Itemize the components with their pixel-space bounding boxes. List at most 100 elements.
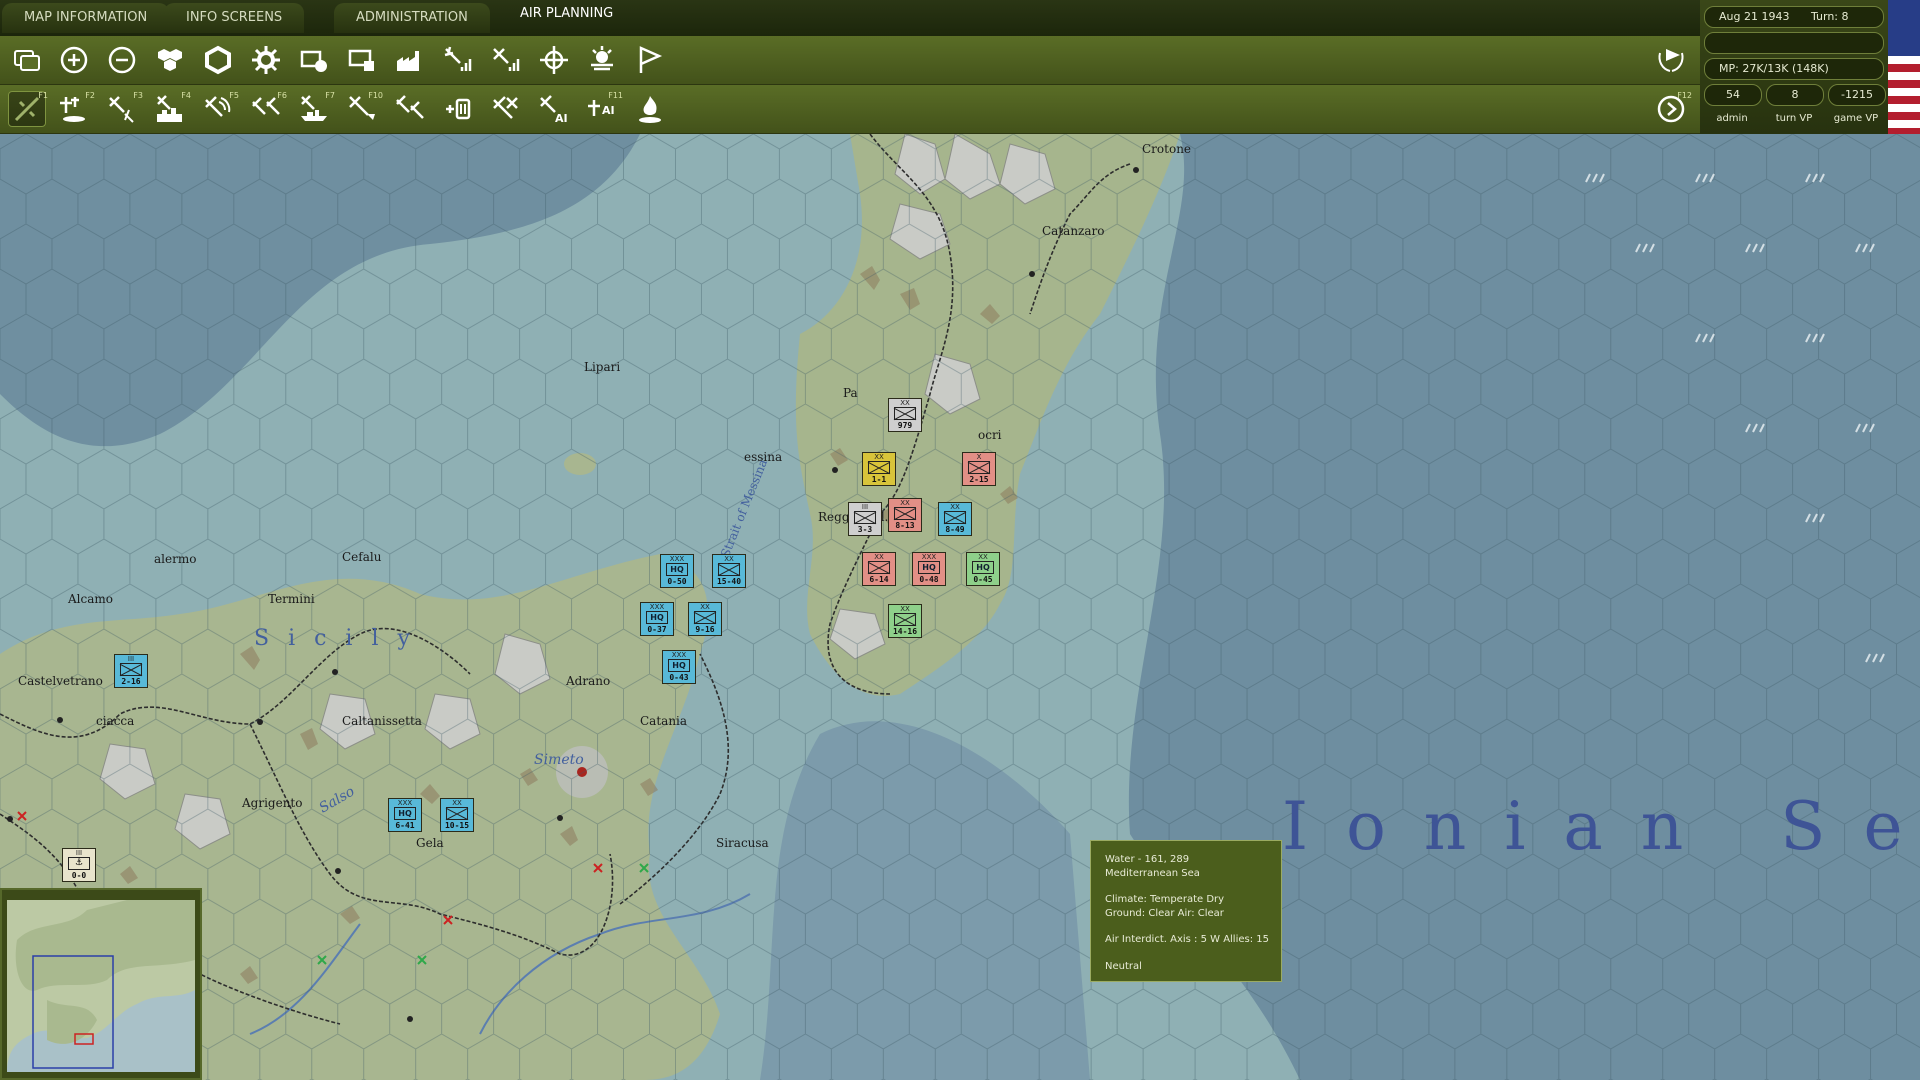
admin-label: admin [1716,113,1748,124]
unit-counter[interactable]: XXX HQ 0-48 [912,552,946,586]
place-label: Adrano [566,674,611,688]
infantry-symbol-icon [718,563,740,576]
weather-icon[interactable] [583,42,621,78]
svg-text:AI: AI [602,104,615,117]
unit-strength: 0-43 [669,673,689,682]
wreath-flag-icon[interactable] [1652,42,1690,78]
unit-counter[interactable]: XX 14-16 [888,604,922,638]
unit-counter[interactable]: XX 15-40 [712,554,746,588]
unit-strength: 2-15 [969,475,989,484]
unit-strength: 2-16 [121,677,141,686]
unit-level: XX [978,553,988,561]
unit-strength: 979 [897,421,913,430]
unit-counter[interactable]: XX 6-14 [862,552,896,586]
minimap[interactable] [0,888,202,1080]
fkey-label: F6 [277,91,287,100]
air-sweep-icon[interactable] [391,91,429,127]
unit-counter[interactable]: X 2-15 [962,452,996,486]
unit-counter[interactable]: III ⚓ 0-0 [62,848,96,882]
hex-map[interactable]: Crotone Catanzaro Lipari Pa essina Reggi… [0,134,1920,1080]
infantry-symbol-icon [944,511,966,524]
unit-level: XX [700,603,710,611]
air-mission-icon[interactable]: F1 [8,91,48,127]
air-signal-icon[interactable] [439,42,477,78]
air-ai-strike-icon[interactable]: AI [535,91,573,127]
unit-counter[interactable]: XX 8-13 [888,498,922,532]
unit-strength: 10-15 [444,821,470,830]
unit-counter[interactable]: XX 8-49 [938,502,972,536]
gear-icon[interactable] [247,42,285,78]
fkey-label: F12 [1677,91,1692,100]
unit-counter[interactable]: XX HQ 0-45 [966,552,1000,586]
hq-symbol-icon: HQ [972,561,994,574]
air-recon-icon[interactable]: F5 [199,91,239,127]
region-label: S i c i l y [254,626,416,651]
tooltip-line: Neutral [1105,960,1142,972]
fkey-label: F7 [325,91,335,100]
place-label: ciacca [96,714,135,728]
unit-level: XXX [397,799,413,807]
unit-counter[interactable]: XX 9-16 [688,602,722,636]
screen-icon[interactable] [343,42,381,78]
unit-counter[interactable]: III 3-3 [848,502,882,536]
unit-level: XX [900,499,910,507]
factory-icon[interactable] [391,42,429,78]
tooltip-line: Air Interdict. Axis : 5 W Allies: 15 [1105,934,1269,945]
unit-level: XX [950,503,960,511]
unit-strength: 15-40 [716,577,742,586]
unit-level: XX [874,553,884,561]
us-flag-icon[interactable] [1888,0,1920,134]
unit-counter[interactable]: XXX HQ 6-41 [388,798,422,832]
minimap-view[interactable] [7,900,195,1072]
date-text: Aug 21 1943 [1719,10,1790,23]
air-bars-icon[interactable] [487,42,525,78]
unit-counter[interactable]: XXX HQ 0-43 [662,650,696,684]
air-strike-icon[interactable]: F3 [103,91,143,127]
airbase-target-icon[interactable] [535,42,573,78]
air-interdict-icon[interactable]: F6 [247,91,287,127]
air-burn-icon[interactable] [631,91,669,127]
unit-counter[interactable]: XX 979 [888,398,922,432]
air-bomb-city-icon[interactable]: F4 [151,91,191,127]
infantry-symbol-icon [120,663,142,676]
air-ground-icon[interactable]: F10 [343,91,383,127]
air-cap-icon[interactable] [487,91,525,127]
air-toolbar: F1 F2 F3 F4 F5 F6 F7 F10 AI AI F11 F12 [0,85,1700,134]
unit-counter[interactable]: XXX HQ 0-37 [640,602,674,636]
zoom-out-icon[interactable] [103,42,141,78]
end-turn-button[interactable]: F12 [1652,91,1692,127]
unit-strength: 0-50 [667,577,687,586]
flag-outline-icon[interactable] [631,42,669,78]
anchor-symbol-icon: ⚓ [68,857,90,870]
air-ai-icon[interactable]: AI F11 [583,91,623,127]
air-naval-icon[interactable]: F7 [295,91,335,127]
unit-counter[interactable]: III 2-16 [114,654,148,688]
unit-level: XXX [921,553,937,561]
tab-administration[interactable]: ADMINISTRATION [334,3,490,33]
air-transfer-icon[interactable]: F2 [55,91,95,127]
place-label: Catanzaro [1042,224,1105,238]
zoom-in-icon[interactable] [55,42,93,78]
tab-info-screens[interactable]: INFO SCREENS [164,3,305,33]
unit-level: XX [900,399,910,407]
infantry-symbol-icon [868,461,890,474]
unit-box-icon[interactable] [295,42,333,78]
hex-frame-icon[interactable] [199,42,237,78]
windows-icon[interactable] [8,42,46,78]
unit-counter[interactable]: XX 10-15 [440,798,474,832]
fkey-label: F10 [368,91,383,100]
place-label: Termini [268,592,315,606]
unit-counter[interactable]: XXX HQ 0-50 [660,554,694,588]
hq-symbol-icon: HQ [918,561,940,574]
hq-symbol-icon: HQ [394,807,416,820]
infantry-symbol-icon [894,507,916,520]
unit-counter[interactable]: XX 1-1 [862,452,896,486]
air-rebase-icon[interactable] [439,91,477,127]
unit-level: XX [900,605,910,613]
hex-group-icon[interactable] [151,42,189,78]
tab-air-planning[interactable]: AIR PLANNING [498,0,635,29]
infantry-symbol-icon [894,613,916,626]
region-label: Simeto [534,752,584,768]
tab-map-information[interactable]: MAP INFORMATION [2,3,170,33]
game-vp-value: -1215 [1828,84,1886,106]
